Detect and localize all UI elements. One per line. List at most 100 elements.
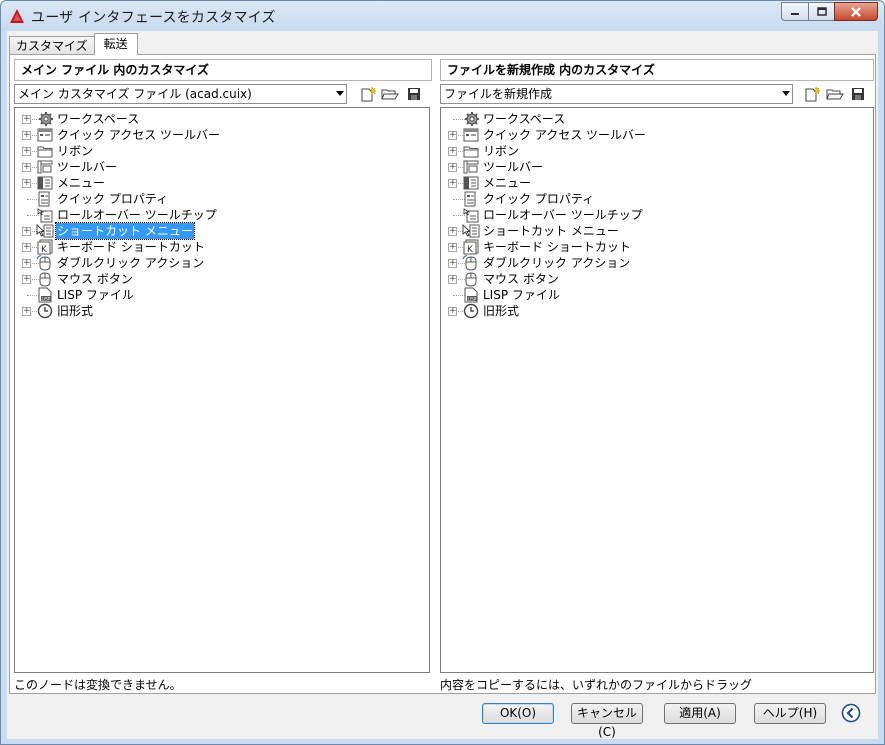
tree-item-label[interactable]: クイック アクセス ツールバー bbox=[56, 127, 221, 143]
tree-expand-toggle[interactable]: + bbox=[22, 115, 31, 124]
tree-expand-toggle[interactable]: + bbox=[22, 243, 31, 252]
apply-button[interactable]: 適用(A) bbox=[664, 703, 736, 724]
tree-expand-toggle[interactable]: + bbox=[448, 179, 457, 188]
tree-item[interactable]: + ツールバー bbox=[441, 159, 873, 175]
tree-item-label[interactable]: クイック プロパティ bbox=[482, 191, 595, 207]
main-file-combo[interactable]: メイン カスタマイズ ファイル (acad.cuix) bbox=[14, 84, 347, 104]
rollover-tooltip-icon bbox=[36, 207, 54, 223]
tree-item[interactable]: + 旧形式 bbox=[441, 303, 873, 319]
save-file-button-right[interactable] bbox=[848, 85, 868, 103]
tree-item-label[interactable]: ダブルクリック アクション bbox=[56, 255, 205, 271]
tree-item-label[interactable]: ワークスペース bbox=[482, 111, 566, 127]
tree-item-label[interactable]: キーボード ショートカット bbox=[482, 239, 632, 255]
tree-item[interactable]: LISP LISP ファイル bbox=[15, 287, 429, 303]
save-file-button[interactable] bbox=[404, 85, 424, 103]
tree-item-label[interactable]: ワークスペース bbox=[56, 111, 140, 127]
tree-item[interactable]: ワークスペース bbox=[441, 111, 873, 127]
tree-expand-toggle[interactable]: + bbox=[448, 307, 457, 316]
tree-item[interactable]: + ワークスペース bbox=[15, 111, 429, 127]
tree-item-label[interactable]: ツールバー bbox=[56, 159, 118, 175]
tree-expand-toggle[interactable]: + bbox=[448, 227, 457, 236]
title-bar[interactable]: ユーザ インタフェースをカスタマイズ bbox=[1, 1, 884, 31]
tree-item[interactable]: ロールオーバー ツールチップ bbox=[441, 207, 873, 223]
new-file-tree[interactable]: ワークスペース + クイック アクセス ツールバー + リボン + ツールバー + メニュー クイ… bbox=[440, 107, 874, 673]
tree-item-label[interactable]: ロールオーバー ツールチップ bbox=[482, 207, 644, 223]
tree-item[interactable]: + 旧形式 bbox=[15, 303, 429, 319]
main-file-tree[interactable]: + ワークスペース + クイック アクセス ツールバー + リボン + ツールバー + メニューク… bbox=[14, 107, 430, 673]
tree-item-label[interactable]: クイック アクセス ツールバー bbox=[482, 127, 647, 143]
tree-expand-toggle[interactable]: + bbox=[448, 275, 457, 284]
tree-item[interactable]: + ショートカット メニュー bbox=[441, 223, 873, 239]
tree-item[interactable]: クイック プロパティ bbox=[15, 191, 429, 207]
tree-expand-toggle[interactable]: + bbox=[448, 147, 457, 156]
tree-item-label[interactable]: ダブルクリック アクション bbox=[482, 255, 631, 271]
tree-item[interactable]: + ダブルクリック アクション bbox=[15, 255, 429, 271]
tree-item[interactable]: + ショートカット メニュー bbox=[15, 222, 429, 240]
tree-expand-toggle[interactable]: + bbox=[22, 259, 31, 268]
tree-item[interactable]: + マウス ボタン bbox=[15, 271, 429, 287]
tree-item-label[interactable]: マウス ボタン bbox=[482, 271, 560, 287]
tree-item-label[interactable]: メニュー bbox=[482, 175, 532, 191]
tree-expand-toggle[interactable]: + bbox=[22, 307, 31, 316]
main-file-pane-header: メイン ファイル 内のカスタマイズ bbox=[14, 59, 432, 81]
tree-item-label[interactable]: マウス ボタン bbox=[56, 271, 134, 287]
tree-item-label[interactable]: リボン bbox=[482, 143, 520, 159]
tree-item[interactable]: + メニュー bbox=[15, 175, 429, 191]
maximize-button[interactable] bbox=[808, 2, 834, 21]
tree-item[interactable]: + リボン bbox=[15, 143, 429, 159]
tree-item[interactable]: + ツールバー bbox=[15, 159, 429, 175]
new-file-toolbar: ファイルを新規作成 bbox=[440, 84, 874, 104]
tree-item-label[interactable]: キーボード ショートカット bbox=[56, 239, 206, 255]
tree-item-label[interactable]: LISP ファイル bbox=[482, 287, 561, 303]
tree-item[interactable]: + リボン bbox=[441, 143, 873, 159]
autocad-app-icon[interactable] bbox=[9, 8, 25, 24]
tree-expand-toggle[interactable]: + bbox=[448, 163, 457, 172]
minimize-button[interactable] bbox=[781, 2, 808, 21]
ok-button[interactable]: OK(O) bbox=[482, 703, 554, 724]
tree-item-label[interactable]: クイック プロパティ bbox=[56, 191, 169, 207]
tree-expand-toggle[interactable]: + bbox=[22, 227, 31, 236]
tree-item[interactable]: + K キーボード ショートカット bbox=[441, 239, 873, 255]
tree-expand-toggle[interactable]: + bbox=[22, 163, 31, 172]
tree-item[interactable]: ロールオーバー ツールチップ bbox=[15, 207, 429, 223]
tree-item-label[interactable]: 旧形式 bbox=[56, 303, 94, 319]
open-file-button[interactable] bbox=[380, 85, 400, 103]
tree-item[interactable]: クイック プロパティ bbox=[441, 191, 873, 207]
tree-item-label[interactable]: リボン bbox=[56, 143, 94, 159]
tree-expand-toggle[interactable]: + bbox=[22, 179, 31, 188]
new-file-button[interactable] bbox=[358, 85, 378, 103]
ribbon-folder-icon bbox=[462, 143, 480, 159]
tree-expand-toggle[interactable]: + bbox=[448, 243, 457, 252]
open-file-button-right[interactable] bbox=[825, 85, 845, 103]
tree-item[interactable]: + クイック アクセス ツールバー bbox=[441, 127, 873, 143]
tree-item-label[interactable]: ショートカット メニュー bbox=[55, 222, 195, 240]
tree-expand-toggle[interactable]: + bbox=[22, 147, 31, 156]
tree-expand-toggle[interactable]: + bbox=[448, 131, 457, 140]
new-file-combo[interactable]: ファイルを新規作成 bbox=[440, 84, 793, 104]
tree-item-label[interactable]: メニュー bbox=[56, 175, 106, 191]
tab-customize[interactable]: カスタマイズ bbox=[9, 36, 95, 55]
tree-expand-toggle[interactable]: + bbox=[448, 259, 457, 268]
tree-expand-toggle[interactable]: + bbox=[22, 131, 31, 140]
tree-item[interactable]: + K キーボード ショートカット bbox=[15, 239, 429, 255]
tree-item[interactable]: LISP LISP ファイル bbox=[441, 287, 873, 303]
tree-item[interactable]: + ダブルクリック アクション bbox=[441, 255, 873, 271]
cancel-button[interactable]: キャンセル(C) bbox=[571, 703, 643, 739]
tree-item-label[interactable]: ロールオーバー ツールチップ bbox=[56, 207, 218, 223]
tab-transfer[interactable]: 転送 bbox=[93, 33, 138, 55]
close-button[interactable] bbox=[834, 2, 878, 21]
tree-item[interactable]: + クイック アクセス ツールバー bbox=[15, 127, 429, 143]
tree-item-label[interactable]: 旧形式 bbox=[482, 303, 520, 319]
help-button[interactable]: ヘルプ(H) bbox=[754, 703, 826, 724]
tree-item[interactable]: + メニュー bbox=[441, 175, 873, 191]
tree-item-label[interactable]: LISP ファイル bbox=[56, 287, 135, 303]
tree-item-label[interactable]: ショートカット メニュー bbox=[482, 223, 620, 239]
tree-item[interactable]: + マウス ボタン bbox=[441, 271, 873, 287]
tree-expand-toggle[interactable]: + bbox=[22, 275, 31, 284]
collapse-arrow-icon[interactable] bbox=[841, 703, 861, 723]
tree-item-label[interactable]: ツールバー bbox=[482, 159, 544, 175]
new-file-combo-value: ファイルを新規作成 bbox=[444, 87, 553, 101]
new-file-button-right[interactable] bbox=[802, 85, 822, 103]
new-file-pane-header: ファイルを新規作成 内のカスタマイズ bbox=[440, 59, 874, 81]
double-click-mouse-icon bbox=[36, 255, 54, 271]
